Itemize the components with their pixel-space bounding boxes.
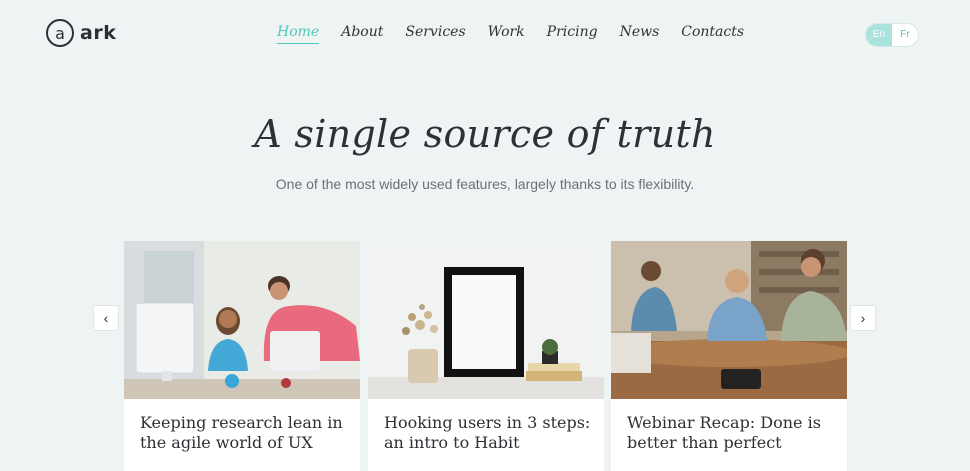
article-title-3[interactable]: Webinar Recap: Done is better than perfe… [627, 413, 837, 453]
main-nav: Home About Services Work Pricing News Co… [277, 24, 766, 44]
article-image-1[interactable] [124, 241, 360, 399]
site-header: a ark Home About Services Work Pricing N… [0, 0, 970, 70]
nav-services[interactable]: Services [405, 24, 465, 44]
hero-title: A single source of truth [254, 112, 716, 156]
language-switcher: En Fr [865, 23, 919, 47]
nav-home[interactable]: Home [277, 24, 320, 44]
nav-about[interactable]: About [341, 24, 383, 44]
article-image-3[interactable] [611, 241, 847, 399]
nav-contacts[interactable]: Contacts [681, 24, 744, 44]
lang-fr-button[interactable]: Fr [892, 24, 918, 46]
nav-work[interactable]: Work [488, 24, 525, 44]
logo-mark: a [46, 19, 74, 47]
article-card-3[interactable]: Webinar Recap: Done is better than perfe… [611, 241, 847, 471]
article-card-2[interactable]: Hooking users in 3 steps: an intro to Ha… [368, 241, 604, 471]
article-image-2[interactable] [368, 241, 604, 399]
lang-en-button[interactable]: En [866, 24, 892, 46]
article-title-2[interactable]: Hooking users in 3 steps: an intro to Ha… [384, 413, 594, 453]
article-card-1[interactable]: Keeping research lean in the agile world… [124, 241, 360, 471]
hero-subtitle: One of the most widely used features, la… [275, 176, 695, 192]
carousel-next-button[interactable]: › [850, 305, 876, 331]
nav-pricing[interactable]: Pricing [547, 24, 598, 44]
carousel-prev-button[interactable]: ‹ [93, 305, 119, 331]
logo[interactable]: a ark [46, 19, 116, 47]
chevron-right-icon: › [860, 310, 866, 326]
logo-text: ark [80, 22, 117, 44]
article-title-1[interactable]: Keeping research lean in the agile world… [140, 413, 350, 453]
chevron-left-icon: ‹ [103, 310, 109, 326]
nav-news[interactable]: News [620, 24, 660, 44]
